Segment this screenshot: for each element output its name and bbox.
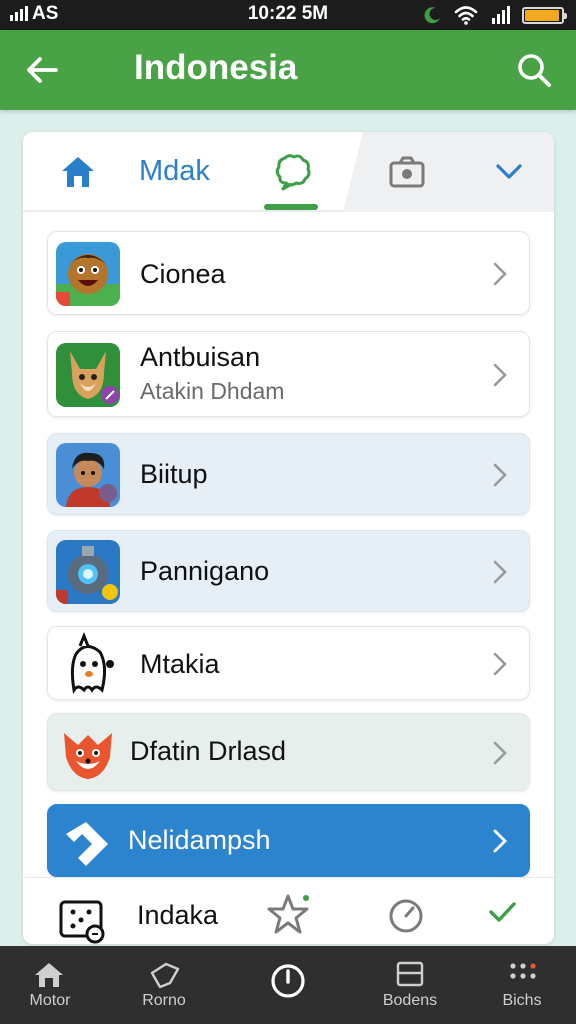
chevron-right-icon (493, 363, 507, 387)
chevron-right-icon (493, 560, 507, 584)
fox-app-icon (56, 343, 120, 407)
list-item-label: Cionea (140, 259, 226, 289)
list-item-label: Antbuisan (140, 342, 261, 372)
page-title: Indonesia (134, 48, 298, 87)
nav-item-bodens[interactable]: Bodens (360, 946, 460, 1024)
status-time: 10:22 5M (247, 3, 329, 24)
list-item-label: Nelidampsh (128, 825, 271, 855)
cell-signal-icon (492, 6, 510, 24)
list-item-subtitle: Atakin Dhdam (140, 378, 285, 404)
footer-label: Indaka (137, 900, 219, 930)
list-item[interactable]: Antbuisan Atakin Dhdam (47, 331, 530, 417)
chat-bubble-icon[interactable] (273, 152, 313, 192)
avatar-app-icon (56, 443, 120, 507)
bottom-nav: Motor Rorno Bodens Bichs (0, 946, 576, 1024)
nav-item-motor[interactable]: Motor (0, 946, 100, 1024)
moon-icon (424, 7, 440, 24)
arrow-left-icon[interactable] (22, 50, 62, 90)
list-item-label: Pannigano (140, 556, 270, 586)
nav-label: Rorno (142, 992, 186, 1009)
cartoon-face-app-icon (56, 242, 120, 306)
home-icon (35, 963, 63, 987)
list-item-label: Biitup (140, 459, 208, 489)
list-item-label: Dfatin Drlasd (130, 736, 287, 766)
chevron-right-icon (493, 829, 507, 853)
power-icon (271, 964, 305, 998)
heart-icon (150, 962, 180, 989)
list-item[interactable]: Cionea (47, 231, 530, 315)
chevron-right-icon (493, 652, 507, 676)
battery-fill (525, 10, 560, 21)
chevron-down-icon[interactable] (491, 156, 527, 188)
search-icon[interactable] (514, 50, 554, 90)
chevron-right-icon (493, 463, 507, 487)
check-icon[interactable] (487, 900, 517, 924)
nav-item-power[interactable] (238, 946, 338, 1024)
nav-item-bichs[interactable]: Bichs (472, 946, 572, 1024)
list-item[interactable]: Pannigano (47, 530, 530, 612)
nav-label: Bichs (502, 992, 542, 1009)
dice-app-icon[interactable] (59, 896, 107, 944)
timer-icon[interactable] (387, 896, 425, 936)
star-icon[interactable] (266, 892, 312, 936)
window-icon (396, 961, 424, 987)
battery-icon (522, 7, 567, 24)
ghost-app-icon (56, 632, 120, 696)
list-item[interactable]: Biitup (47, 433, 530, 515)
nav-label: Motor (29, 992, 71, 1009)
list-item-label: Mtakia (140, 649, 220, 679)
app-bar: Indonesia (0, 30, 576, 110)
robot-app-icon (56, 540, 120, 604)
panel-footer: Indaka (23, 877, 554, 944)
fox-mascot-app-icon (56, 721, 120, 785)
home-icon[interactable] (59, 154, 97, 190)
direction-arrow-icon (56, 810, 120, 874)
list-item[interactable]: Mtakia (47, 626, 530, 700)
chevron-right-icon (493, 262, 507, 286)
wifi-icon (454, 6, 478, 25)
tab-mdak[interactable]: Mdak (139, 155, 210, 188)
grid-dots-icon (510, 963, 536, 979)
list-item[interactable]: Dfatin Drlasd (47, 713, 530, 791)
nav-item-rorno[interactable]: Rorno (114, 946, 214, 1024)
chevron-right-icon (493, 741, 507, 765)
tab-indicator (264, 204, 318, 210)
status-bar: AS 10:22 5M (0, 0, 576, 30)
camera-icon[interactable] (387, 154, 427, 190)
tab-bar: Mdak (23, 132, 554, 212)
content-panel: Mdak Cionea Antbuisan Atakin Dhdam Biitu… (23, 132, 554, 944)
list-item-selected[interactable]: Nelidampsh (47, 804, 530, 877)
nav-label: Bodens (382, 992, 438, 1009)
